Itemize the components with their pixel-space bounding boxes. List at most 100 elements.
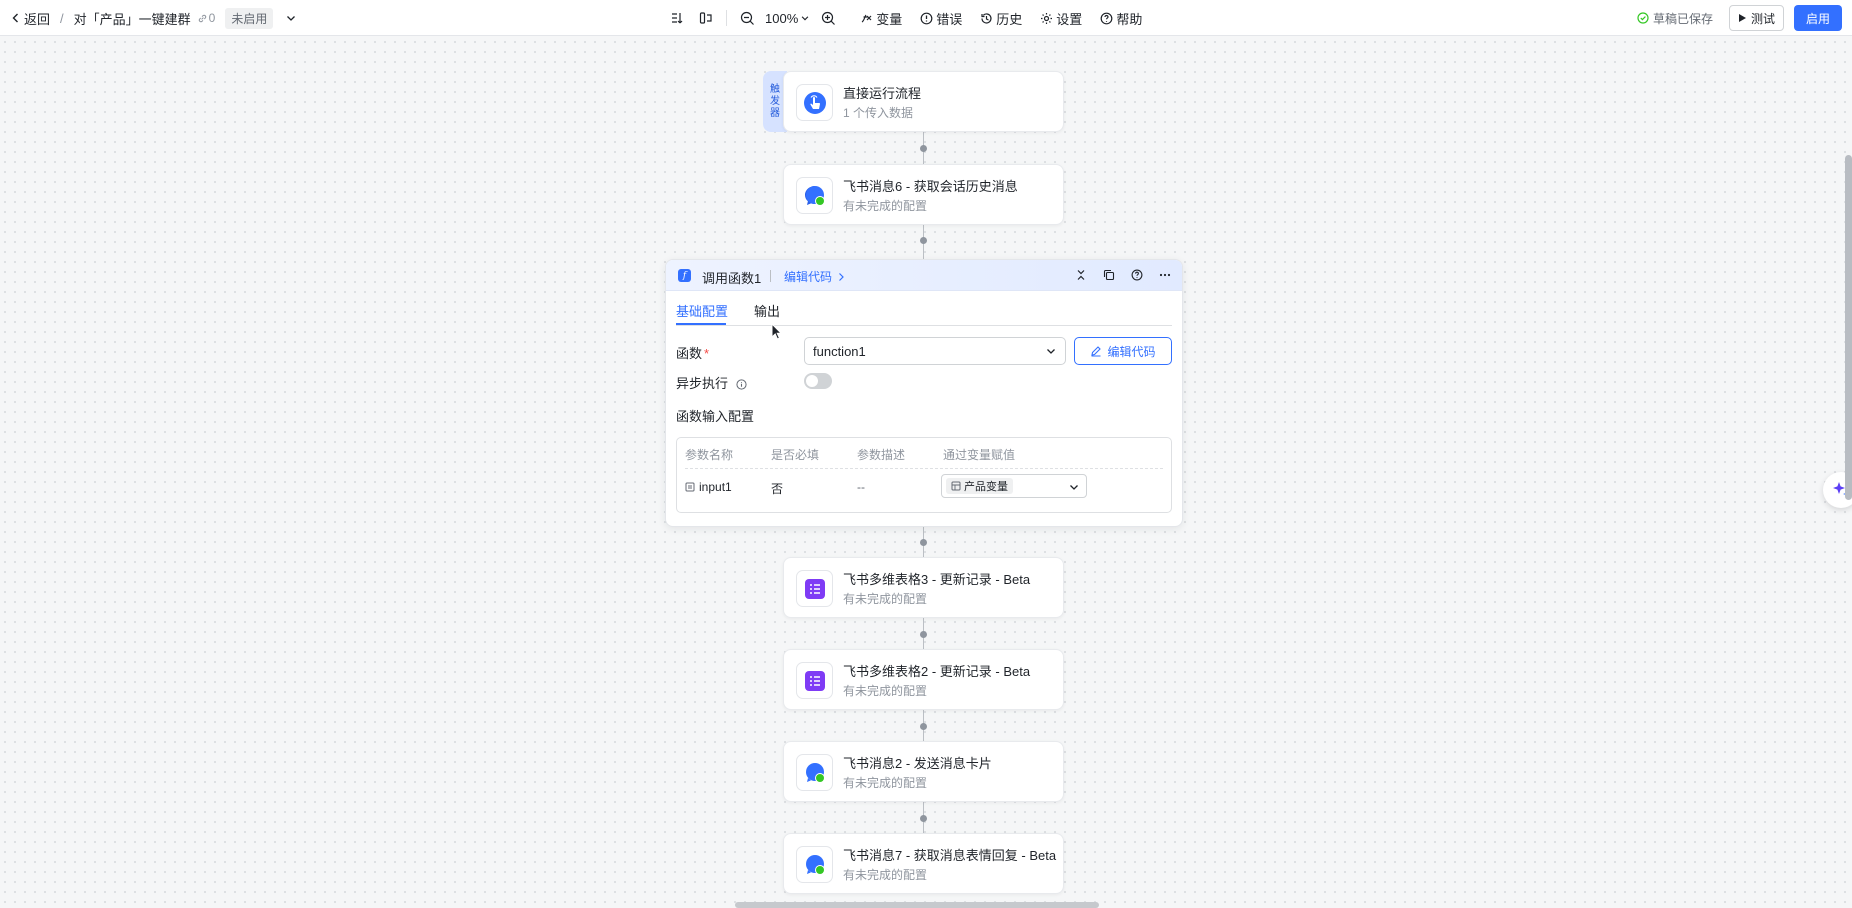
link-count[interactable]: 0 [197, 11, 216, 25]
errors-label: 错误 [936, 11, 963, 27]
param-header-name: 参数名称 [685, 448, 734, 462]
node-title: 飞书消息7 - 获取消息表情回复 - Beta [843, 848, 1057, 863]
node-icon-box [796, 570, 833, 607]
history-icon [981, 12, 992, 24]
trigger-node[interactable]: 直接运行流程 1 个传入数据 [783, 71, 1064, 132]
mouse-cursor-icon [771, 323, 783, 340]
node-title: 飞书消息6 - 获取会话历史消息 [843, 179, 1018, 194]
zoom-out-icon [740, 11, 754, 25]
edit-code-link[interactable]: 编辑代码 [784, 268, 846, 285]
layout-list-icon [672, 13, 683, 24]
zoom-select[interactable]: 100% [761, 11, 814, 26]
zoom-out-button[interactable] [733, 4, 761, 32]
collapse-button[interactable] [1072, 266, 1090, 284]
node-subtitle: 有未完成的配置 [843, 684, 928, 698]
link-count-value: 0 [208, 11, 216, 25]
back-button[interactable]: 返回 [10, 9, 50, 28]
flow-node[interactable]: 飞书消息6 - 获取会话历史消息 有未完成的配置 [783, 164, 1064, 225]
zoom-in-button[interactable] [814, 4, 842, 32]
tab-output[interactable]: 输出 [754, 301, 780, 320]
enable-button[interactable]: 启用 [1793, 5, 1842, 31]
fit-view-button[interactable] [692, 4, 720, 32]
variables-label: 变量 [876, 11, 903, 27]
chevron-down-icon [1047, 349, 1055, 354]
status-badge: 未启用 [225, 7, 274, 29]
chevron-down-icon [287, 16, 296, 21]
settings-button[interactable]: 设置 [1040, 9, 1082, 28]
more-button[interactable] [1156, 266, 1174, 284]
fit-view-icon [699, 12, 712, 24]
flow-node[interactable]: 飞书多维表格3 - 更新记录 - Beta 有未完成的配置 [783, 557, 1064, 618]
function-label-text: 函数 [676, 346, 703, 361]
node-icon-box [796, 846, 833, 883]
horizontal-scrollbar-thumb[interactable] [735, 902, 1099, 908]
copy-icon [1103, 269, 1115, 281]
node-title: 飞书多维表格2 - 更新记录 - Beta [843, 664, 1031, 679]
help-circle-icon [1100, 12, 1113, 24]
function-node-card[interactable]: f 调用函数1 编辑代码 基础配置 输出 函数 * function1 编辑代码… [665, 259, 1183, 527]
copy-button[interactable] [1100, 266, 1118, 284]
required-mark: * [704, 346, 710, 361]
vertical-scrollbar-thumb[interactable] [1845, 155, 1852, 500]
errors-button[interactable]: 错误 [920, 9, 962, 28]
trigger-tab-char: 触 [770, 83, 780, 95]
edit-code-link-label: 编辑代码 [784, 270, 833, 284]
more-dots-icon [1159, 273, 1171, 277]
header-left: 返回 / 对「产品」一键建群 0 未启用 [10, 0, 297, 36]
connector-dot [920, 631, 927, 638]
test-button[interactable]: 测试 [1728, 5, 1784, 31]
check-circle-icon [1637, 12, 1649, 24]
feishu-bitable-icon [804, 578, 825, 599]
param-variable-select[interactable]: 产品变量 [941, 474, 1087, 498]
info-icon[interactable] [736, 379, 747, 390]
link-icon [198, 14, 206, 22]
active-tab-indicator [676, 323, 726, 325]
async-toggle[interactable] [804, 373, 832, 389]
param-name-cell: input1 [685, 480, 732, 494]
chevron-down-icon [1070, 485, 1078, 490]
flow-title[interactable]: 对「产品」一键建群 [74, 9, 191, 28]
connector-dot [920, 815, 927, 822]
status-dropdown-button[interactable] [285, 12, 297, 24]
function-icon: f [678, 269, 691, 282]
collapse-icon [1077, 270, 1085, 280]
function-card-header: f 调用函数1 编辑代码 [666, 260, 1182, 291]
help-button[interactable] [1128, 266, 1146, 284]
function-select[interactable]: function1 [804, 337, 1066, 365]
node-icon-box [796, 662, 833, 699]
save-status-label: 草稿已保存 [1652, 11, 1713, 26]
tab-basic-config[interactable]: 基础配置 [676, 301, 728, 320]
connector-dot [920, 237, 927, 244]
vertical-scrollbar[interactable] [1845, 37, 1852, 908]
toolbar-center: 100% 变量 错误 历史 设置 帮助 [664, 0, 1142, 36]
trigger-tab-char: 器 [770, 107, 780, 119]
trigger-tab-char: 发 [770, 95, 780, 107]
pencil-icon [1091, 346, 1102, 357]
variable-tag: 产品变量 [946, 478, 1013, 494]
node-subtitle: 有未完成的配置 [843, 868, 928, 882]
param-header-description: 参数描述 [857, 448, 906, 462]
feishu-message-icon [805, 854, 825, 875]
function-card-title[interactable]: 调用函数1 [702, 268, 761, 287]
node-subtitle: 有未完成的配置 [843, 776, 928, 790]
help-label: 帮助 [1116, 11, 1143, 27]
edit-code-button[interactable]: 编辑代码 [1074, 337, 1172, 365]
variables-button[interactable]: 变量 [860, 9, 902, 28]
node-icon-box [796, 84, 833, 121]
variable-tag-label: 产品变量 [964, 481, 1008, 493]
zoom-level: 100% [765, 10, 799, 26]
auto-layout-button[interactable] [664, 4, 692, 32]
settings-label: 设置 [1056, 11, 1083, 27]
flow-node[interactable]: 飞书消息2 - 发送消息卡片 有未完成的配置 [783, 741, 1064, 802]
history-button[interactable]: 历史 [980, 9, 1022, 28]
node-icon-box [796, 177, 833, 214]
help-circle-icon [1131, 269, 1143, 281]
enable-label: 启用 [1805, 11, 1830, 26]
node-subtitle: 有未完成的配置 [843, 592, 928, 606]
async-label: 异步执行 [676, 373, 747, 392]
help-button[interactable]: 帮助 [1100, 9, 1142, 28]
flow-node[interactable]: 飞书多维表格2 - 更新记录 - Beta 有未完成的配置 [783, 649, 1064, 710]
history-label: 历史 [996, 11, 1023, 27]
flow-node[interactable]: 飞书消息7 - 获取消息表情回复 - Beta 有未完成的配置 [783, 833, 1064, 894]
node-title: 飞书多维表格3 - 更新记录 - Beta [843, 572, 1031, 587]
